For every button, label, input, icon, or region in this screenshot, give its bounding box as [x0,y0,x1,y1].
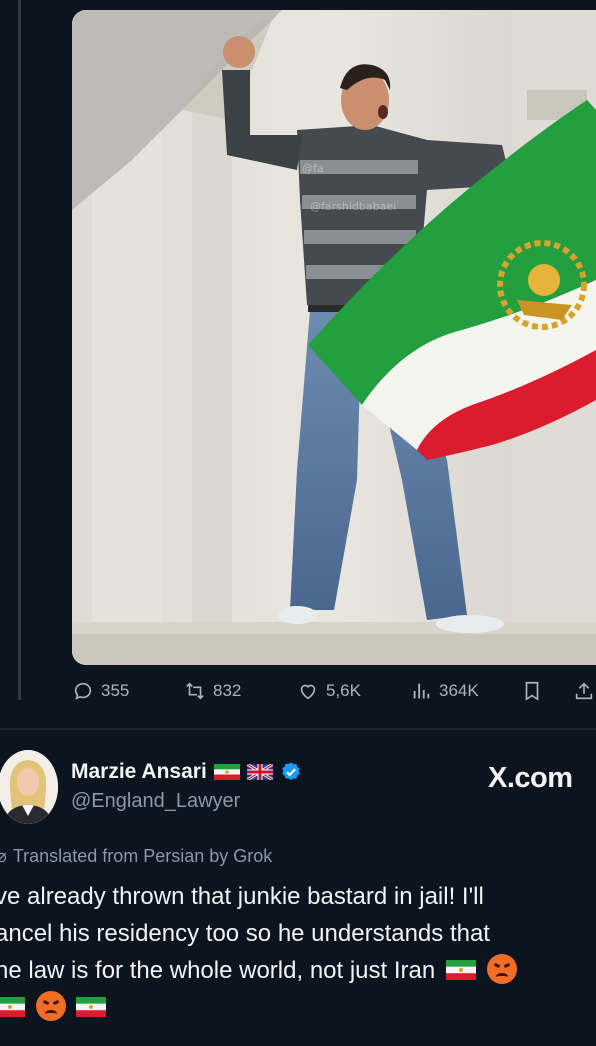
photo-watermark-faint: @fa [302,162,324,175]
post-line: ancel his residency too so he understand… [0,920,490,947]
reply-icon [74,682,92,700]
angry-face-emoji [35,991,66,1021]
views-button[interactable]: 364K [410,680,479,702]
like-count: 5,6K [326,681,361,700]
reply-button[interactable]: 355 [72,680,129,702]
bookmark-button[interactable] [521,680,543,702]
translation-notice[interactable]: ⌀ Translated from Persian by Grok [0,846,272,867]
like-icon [300,684,316,700]
post-line-text: he law is for the whole world, not just … [0,957,436,984]
repost-button[interactable]: 832 [184,680,241,702]
iran-flag-emoji [76,997,107,1017]
verified-icon [281,762,300,781]
author-name[interactable]: Marzie Ansari [71,760,207,784]
post-line-emojis [0,989,596,1026]
views-count: 364K [439,681,479,700]
avatar[interactable] [0,750,58,824]
post-line: ve already thrown that junkie bastard in… [0,883,484,910]
divider [0,728,596,730]
photo-scene [72,10,596,665]
bookmark-icon [525,681,539,701]
share-button[interactable] [573,680,595,702]
translation-label: Translated from Persian by Grok [12,846,273,866]
author-handle[interactable]: @England_Lawyer [71,790,240,813]
share-icon [575,682,593,700]
thread-line [18,0,21,700]
author-row: Marzie Ansari [71,760,302,784]
iran-flag-emoji [445,960,476,980]
repost-icon [186,682,204,700]
iran-flag-emoji [0,997,25,1017]
avatar-photo [0,750,58,824]
grok-icon: ⌀ [0,846,7,866]
repost-count: 832 [213,681,242,700]
uk-flag-icon [246,764,273,780]
reply-count: 355 [101,681,130,700]
post-text: ve already thrown that junkie bastard in… [0,878,596,1026]
photo-watermark: @farshidbabaei [310,200,397,213]
post-line-with-emoji: he law is for the whole world, not just … [0,952,596,989]
site-tag: X.com [488,762,573,794]
post-action-bar: 355 832 5,6K 364K [70,680,596,710]
like-button[interactable]: 5,6K [297,680,361,702]
views-icon [413,683,430,699]
iran-flag-icon [213,764,240,780]
post-image[interactable]: @fa @farshidbabaei [72,10,596,665]
angry-face-emoji [486,954,517,984]
